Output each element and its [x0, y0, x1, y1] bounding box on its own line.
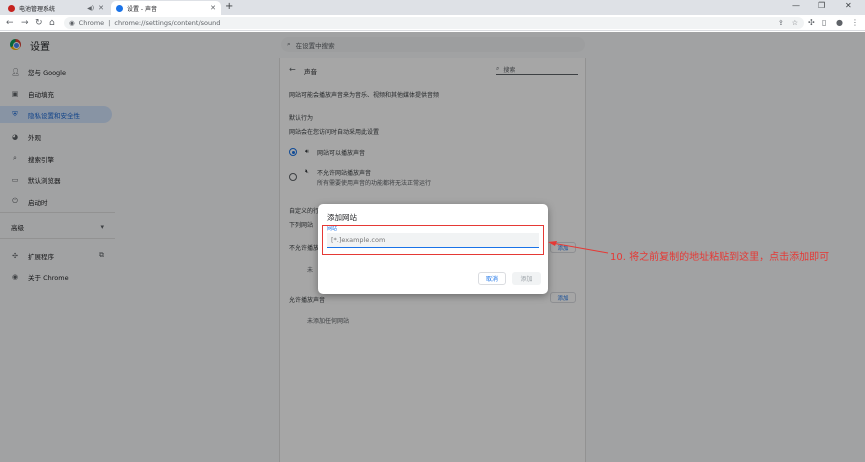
add-button[interactable]: 添加: [512, 272, 541, 285]
home-icon[interactable]: ⌂: [49, 17, 55, 29]
annotation-highlight-box: [322, 225, 544, 255]
omnibox-chip: Chrome: [78, 19, 105, 27]
forward-icon[interactable]: →: [21, 17, 29, 29]
menu-dots-icon[interactable]: ⋮: [851, 18, 859, 27]
tab-title: 电池管理系统: [19, 5, 56, 13]
tab-settings-sound[interactable]: 设置 - 声音 ✕: [111, 1, 221, 15]
back-icon[interactable]: ←: [6, 17, 14, 29]
bookmark-star-icon[interactable]: ☆: [792, 17, 798, 29]
tab-close-icon[interactable]: ✕: [210, 4, 216, 12]
tab-strip: 电池管理系统 ◀) ✕ 设置 - 声音 ✕ + — ❐ ✕: [0, 0, 865, 15]
annotation-arrow-icon: [548, 241, 609, 254]
settings-gear-icon: [116, 4, 123, 12]
extensions-puzzle-icon[interactable]: ✣: [808, 18, 815, 27]
address-url[interactable]: chrome://settings/content/sound: [114, 19, 220, 27]
tab-close-icon[interactable]: ✕: [98, 4, 104, 12]
profile-icon[interactable]: ●: [836, 18, 843, 27]
annotation-text: 10. 将之前复制的地址粘贴到这里，点击添加即可: [610, 252, 830, 263]
new-tab-icon[interactable]: +: [225, 1, 233, 12]
browser-toolbar: ← → ↻ ⌂ ◉ Chrome | chrome://settings/con…: [0, 15, 865, 31]
site-favicon-icon: [8, 4, 15, 12]
tab-title: 设置 - 声音: [127, 5, 157, 13]
chrome-logo-icon: ◉: [69, 19, 75, 27]
reload-icon[interactable]: ↻: [35, 17, 43, 29]
dialog-title: 添加网站: [327, 213, 357, 222]
tab-battery-system[interactable]: 电池管理系统 ◀) ✕: [3, 1, 109, 15]
side-panel-icon[interactable]: ▯: [822, 18, 826, 27]
speaker-icon[interactable]: ◀): [87, 5, 94, 12]
address-bar[interactable]: ◉ Chrome | chrome://settings/content/sou…: [64, 17, 804, 29]
omnibox-separator: |: [108, 19, 111, 27]
minimize-icon[interactable]: —: [792, 1, 800, 10]
restore-icon[interactable]: ❐: [818, 1, 825, 10]
cancel-button[interactable]: 取消: [478, 272, 506, 285]
share-icon[interactable]: ⇪: [778, 17, 784, 29]
close-window-icon[interactable]: ✕: [845, 1, 852, 10]
